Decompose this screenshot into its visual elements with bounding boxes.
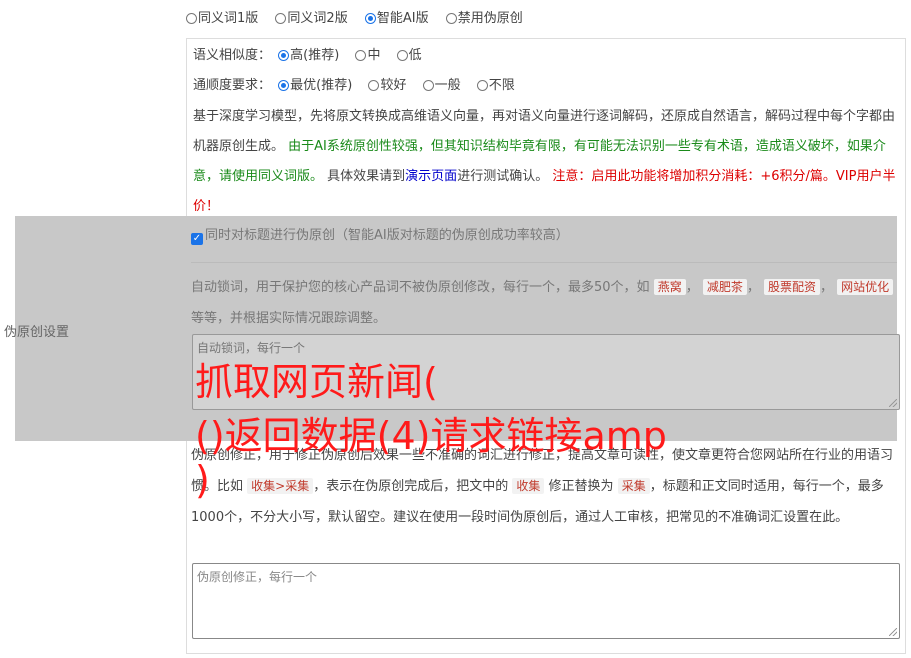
side-label: 伪原创设置 <box>4 325 70 340</box>
fluency-label: 通顺度要求： <box>193 78 272 93</box>
lock-words-placeholder: 自动锁词，每行一个 <box>197 341 306 355</box>
demo-page-link[interactable]: 演示页面 <box>405 169 457 184</box>
radio-icon[interactable] <box>186 13 197 24</box>
lock-words-description: 自动锁词，用于保护您的核心产品词不被伪原创修改，每行一个，最多50个，如 燕窝，… <box>191 272 899 334</box>
fluency-option-normal[interactable]: 一般 <box>422 78 461 93</box>
radio-selected-icon[interactable] <box>278 80 290 91</box>
radio-icon[interactable] <box>368 80 380 91</box>
fluency-option-good[interactable]: 较好 <box>368 78 406 93</box>
divider <box>191 262 897 263</box>
title-pseudo-checkbox-row[interactable]: ✓ 同时对标题进行伪原创（智能AI版对标题的伪原创成功率较高） <box>191 227 569 245</box>
resize-grip-icon[interactable] <box>889 628 897 636</box>
radio-icon[interactable] <box>476 80 488 91</box>
resize-grip-icon[interactable] <box>889 399 897 407</box>
fix-words-placeholder: 伪原创修正，每行一个 <box>197 570 318 584</box>
version-radio-group: 同义词1版 同义词2版 智能AI版 禁用伪原创 <box>186 10 536 28</box>
radio-icon[interactable] <box>275 13 287 24</box>
fluency-option-any[interactable]: 不限 <box>476 78 515 93</box>
radio-selected-icon[interactable] <box>278 50 290 61</box>
title-pseudo-label: 同时对标题进行伪原创（智能AI版对标题的伪原创成功率较高） <box>205 228 569 243</box>
similarity-option-low[interactable]: 低 <box>396 48 422 63</box>
version-option-synonym2[interactable]: 同义词2版 <box>275 11 348 26</box>
example-tag: 燕窝 <box>653 279 686 295</box>
radio-icon[interactable] <box>445 13 457 24</box>
similarity-option-medium[interactable]: 中 <box>355 48 380 63</box>
radio-icon[interactable] <box>355 50 367 61</box>
radio-icon[interactable] <box>422 80 434 91</box>
fluency-option-best[interactable]: 最优(推荐) <box>278 78 352 93</box>
version-option-disable[interactable]: 禁用伪原创 <box>445 11 523 26</box>
radio-icon[interactable] <box>396 50 408 61</box>
similarity-label: 语义相似度： <box>193 48 272 63</box>
version-option-ai[interactable]: 智能AI版 <box>364 11 429 26</box>
example-tag: 网站优化 <box>837 279 894 295</box>
checkbox-checked-icon[interactable]: ✓ <box>191 233 203 245</box>
similarity-option-high[interactable]: 高(推荐) <box>278 48 339 63</box>
similarity-row: 语义相似度： 高(推荐) 中 低 <box>193 46 434 66</box>
version-option-synonym1[interactable]: 同义词1版 <box>186 11 258 26</box>
radio-selected-icon[interactable] <box>364 13 376 24</box>
fluency-row: 通顺度要求： 最优(推荐) 较好 一般 不限 <box>193 76 527 96</box>
fix-words-textarea[interactable]: 伪原创修正，每行一个 <box>192 563 900 639</box>
ai-description: 基于深度学习模型，先将原文转换成高维语义向量，再对语义向量进行逐词解码，还原成自… <box>193 109 896 214</box>
example-tag: 减肥茶 <box>702 279 747 295</box>
example-tag: 股票配资 <box>764 279 821 295</box>
watermark-text: 抓取网页新闻( ()返回数据(4)请求链接amp ) <box>195 360 667 502</box>
